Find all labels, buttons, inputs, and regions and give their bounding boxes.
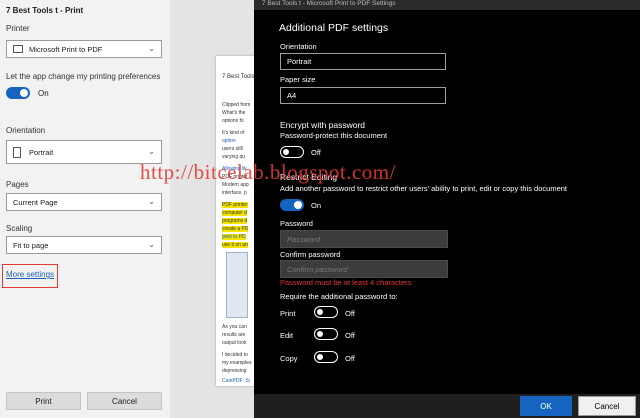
print-settings-panel: 7 Best Tools t - Print Printer Microsoft…: [0, 0, 170, 418]
allow-app-label: Let the app change my printing preferenc…: [6, 72, 161, 81]
edit-option-toggle[interactable]: [314, 328, 338, 340]
copy-option-label: Copy: [280, 354, 298, 363]
additional-pdf-settings-dialog: [254, 10, 640, 418]
printer-label: Printer: [6, 24, 30, 33]
chevron-down-icon: ⌄: [148, 44, 155, 53]
preview-line: option: [222, 138, 236, 144]
print-option-label: Print: [280, 309, 296, 318]
paper-size-label: Paper size: [280, 75, 316, 84]
preview-line: interface, p: [222, 190, 247, 196]
printer-value: Microsoft Print to PDF: [29, 44, 103, 54]
encrypt-toggle-label: Off: [311, 148, 321, 157]
scaling-label: Scaling: [6, 224, 33, 233]
allow-app-toggle-label: On: [38, 89, 49, 98]
preview-line: options fo: [222, 118, 244, 124]
dialog-title: Additional PDF settings: [279, 22, 389, 34]
restrict-toggle-label: On: [311, 201, 322, 210]
preview-line: Clipped from: [222, 102, 251, 108]
chevron-down-icon: ⌄: [148, 197, 155, 206]
preview-line: computer d: [222, 210, 248, 216]
more-settings-link[interactable]: More settings: [6, 270, 54, 279]
paper-size-field[interactable]: A4: [280, 87, 446, 104]
password-error: Password must be at least 4 characters: [280, 278, 412, 287]
blog-watermark: http://bitcelab.blogspot.com/: [140, 160, 396, 184]
preview-line: output look: [222, 340, 247, 346]
print-panel-title: 7 Best Tools t - Print: [6, 6, 84, 15]
pages-label: Pages: [6, 180, 29, 189]
preview-line: I decided to: [222, 352, 248, 358]
restrict-desc: Add another password to restrict other u…: [280, 184, 567, 193]
preview-line: use it on an: [222, 242, 248, 248]
page-icon: [13, 146, 21, 158]
dialog-orientation-label: Orientation: [280, 42, 317, 51]
encrypt-title: Encrypt with password: [280, 120, 366, 130]
orientation-label: Orientation: [6, 126, 46, 135]
scaling-value: Fit to page: [13, 240, 49, 250]
print-button[interactable]: Print: [6, 392, 81, 410]
copy-option-state: Off: [345, 354, 355, 363]
edit-option-state: Off: [345, 331, 355, 340]
preview-line: my examples: [222, 360, 252, 366]
preview-screenshot-image: [226, 252, 248, 318]
require-password-label: Require the additional password to:: [280, 292, 398, 301]
password-field[interactable]: Password: [280, 230, 448, 248]
restrict-toggle[interactable]: [280, 199, 304, 211]
preview-line: CutePDF: Si: [222, 378, 250, 384]
window-title: 7 Best Tools t - Microsoft Print to PDF …: [262, 0, 396, 7]
preview-line: users still: [222, 146, 243, 152]
confirm-password-label: Confirm password: [280, 250, 341, 259]
preview-line: depressing: [222, 368, 247, 374]
ok-button[interactable]: OK: [520, 396, 572, 416]
preview-line: programs d: [222, 218, 248, 224]
preview-line: It's kind of: [222, 130, 245, 136]
orientation-select[interactable]: Portrait ⌄: [6, 140, 162, 164]
encrypt-desc: Password-protect this document: [280, 131, 388, 140]
scaling-select[interactable]: Fit to page ⌄: [6, 236, 162, 254]
preview-line: As you can: [222, 324, 247, 330]
copy-option-toggle[interactable]: [314, 351, 338, 363]
preview-line: create a PD: [222, 226, 249, 232]
print-option-state: Off: [345, 309, 355, 318]
password-label: Password: [280, 219, 313, 228]
allow-app-toggle[interactable]: [6, 87, 30, 99]
printer-select[interactable]: Microsoft Print to PDF ⌄: [6, 40, 162, 58]
dialog-orientation-field[interactable]: Portrait: [280, 53, 446, 70]
pages-select[interactable]: Current Page ⌄: [6, 193, 162, 211]
encrypt-toggle[interactable]: [280, 146, 304, 158]
chevron-down-icon: ⌄: [148, 240, 155, 249]
printer-icon: [13, 45, 23, 53]
preview-line: results are: [222, 332, 246, 338]
print-option-toggle[interactable]: [314, 306, 338, 318]
orientation-value: Portrait: [29, 147, 54, 157]
preview-doc-title: 7 Best Tools: [222, 74, 255, 80]
preview-line: print to PD: [222, 234, 246, 240]
preview-line: What's the: [222, 110, 246, 116]
chevron-down-icon: ⌄: [148, 147, 155, 156]
pages-value: Current Page: [13, 197, 58, 207]
cancel-button[interactable]: Cancel: [87, 392, 162, 410]
preview-line: PDF printer: [222, 202, 248, 208]
confirm-password-field[interactable]: Confirm password: [280, 260, 448, 278]
dialog-cancel-button[interactable]: Cancel: [578, 396, 636, 416]
edit-option-label: Edit: [280, 331, 293, 340]
